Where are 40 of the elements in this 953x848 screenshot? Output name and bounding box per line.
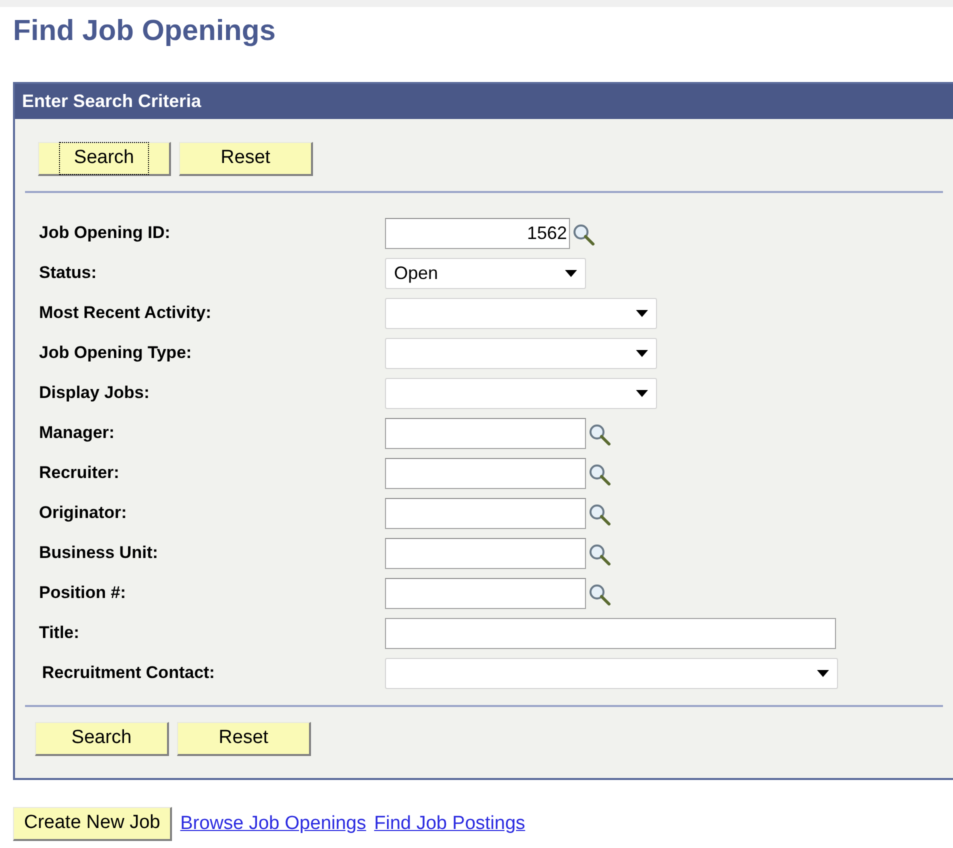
input-field[interactable] [385,418,586,448]
search-icon[interactable] [572,223,596,247]
link[interactable]: Browse Job Openings [180,810,366,838]
input-field[interactable] [385,538,586,568]
panel-header: Enter Search Criteria [15,84,953,119]
input-field[interactable]: 1562 [385,218,570,248]
input-field[interactable] [385,458,586,488]
field-label: Status: [39,262,98,284]
field-label: Recruiter: [39,462,120,484]
field-label: Originator: [39,502,128,524]
field-label: Job Opening Type: [39,342,193,364]
caret-icon [636,350,648,356]
field-label: Most Recent Activity: [39,302,212,324]
dropdown[interactable]: Open [385,258,586,288]
link[interactable]: Find Job Postings [374,810,526,838]
field-label: Position #: [39,582,127,604]
input-field[interactable] [385,498,586,528]
search-icon[interactable] [588,423,612,447]
button[interactable]: Reset [179,142,313,176]
field-label: Recruitment Contact: [41,662,216,684]
button[interactable]: Reset [177,722,311,756]
field-label: Job Opening ID: [39,222,172,244]
input-field[interactable] [385,618,836,648]
field-label: Title: [39,622,80,644]
caret-icon [565,270,577,276]
page-title: Find Job Openings [13,14,277,49]
field-label: Display Jobs: [39,382,151,404]
caret-icon [636,390,648,396]
create-button[interactable]: Create New Job [13,807,172,841]
search-icon[interactable] [588,503,612,527]
search-icon[interactable] [588,463,612,487]
caret-icon [817,670,829,676]
field-label: Manager: [39,422,116,444]
caret-icon [636,310,648,316]
input-field[interactable] [385,578,586,608]
focused-button[interactable]: Search [38,142,171,176]
field-label: Business Unit: [39,542,160,564]
search-icon[interactable] [588,583,612,607]
search-icon[interactable] [588,543,612,567]
button[interactable]: Search [35,722,169,756]
